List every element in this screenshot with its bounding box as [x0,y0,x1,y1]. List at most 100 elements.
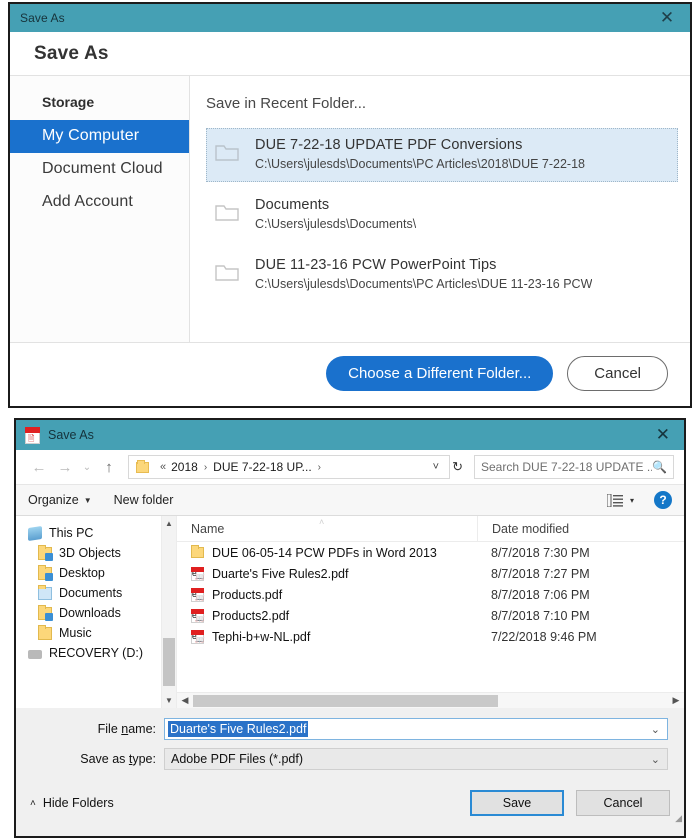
breadcrumb-crumb-1[interactable]: DUE 7-22-18 UP... [213,460,312,474]
file-name-cell: 📖 Tephi-b+w-NL.pdf [177,629,477,644]
tree-item-documents[interactable]: Documents [16,583,176,603]
chevron-down-icon[interactable]: ⌄ [651,723,660,736]
recent-folder-name: Documents [255,197,330,213]
pdf-file-icon: 📖 [191,608,204,623]
scroll-left-icon[interactable]: ◀ [177,695,193,706]
save-button[interactable]: Save [470,790,564,816]
file-name-label: Tephi-b+w-NL.pdf [212,629,311,644]
column-header-date-modified[interactable]: Date modified [477,515,569,542]
acrobat-titlebar: Save As ✕ [10,4,690,32]
save-fields: File name: Duarte's Five Rules2.pdf ⌄ Sa… [16,708,684,780]
chevron-up-icon: ˄ [30,797,36,809]
browser-content: This PC 3D Objects Desktop Documents Dow… [16,515,684,708]
table-row[interactable]: 📖 Products2.pdf 8/7/2018 7:10 PM [177,605,684,626]
pdf-file-icon: 📖 [191,629,204,644]
cancel-button[interactable]: Cancel [576,790,670,816]
file-name-label: Products.pdf [212,587,283,602]
breadcrumb-crumb-0[interactable]: 2018 [171,460,198,474]
hide-folders-button[interactable]: ˄ Hide Folders [30,796,114,810]
resize-grip-icon[interactable]: ◢ [675,813,682,824]
save-as-type-select[interactable]: Adobe PDF Files (*.pdf) ⌄ [164,748,668,770]
tree-item-3d-objects[interactable]: 3D Objects [16,543,176,563]
pdf-file-icon: 📖 [191,587,204,602]
scrollbar-track[interactable] [193,693,668,709]
windows-footer: ˄ Hide Folders Save Cancel ◢ [16,780,684,826]
navigation-bar: ← → ⌄ ↑ « 2018 › DUE 7-22-18 UP... › ˅ ↻… [16,450,684,484]
tree-vertical-scrollbar[interactable]: ▲ ▼ [161,516,176,708]
recent-folder-path: C:\Users\julesds\Documents\ [255,217,417,231]
file-name-label: Products2.pdf [212,608,290,623]
tree-item-label: RECOVERY (D:) [49,646,144,660]
recent-folder-item-0[interactable]: DUE 7-22-18 UPDATE PDF Conversions C:\Us… [206,128,678,182]
refresh-icon[interactable]: ↻ [450,459,468,475]
folder-3d-objects-icon [38,544,53,561]
tree-item-desktop[interactable]: Desktop [16,563,176,583]
tree-item-label: Downloads [59,606,121,620]
table-row[interactable]: 📖 Tephi-b+w-NL.pdf 7/22/2018 9:46 PM [177,626,684,647]
save-as-type-value: Adobe PDF Files (*.pdf) [171,752,303,766]
choose-different-folder-button[interactable]: Choose a Different Folder... [326,356,554,391]
file-name-value: Duarte's Five Rules2.pdf [168,721,309,737]
organize-button[interactable]: Organize ▼ [28,493,92,507]
folder-documents-icon [38,584,52,600]
save-as-type-row: Save as type: Adobe PDF Files (*.pdf) ⌄ [16,746,684,772]
acrobat-footer: Choose a Different Folder... Cancel [10,342,690,404]
view-options-button[interactable]: ▾ [606,493,634,507]
scroll-right-icon[interactable]: ▶ [668,695,684,706]
breadcrumb-separator[interactable]: › [198,462,213,473]
address-bar[interactable]: « 2018 › DUE 7-22-18 UP... › ˅ [128,455,451,479]
scroll-down-icon[interactable]: ▼ [162,693,176,708]
file-name-label: Duarte's Five Rules2.pdf [212,566,349,581]
file-list-header: Name ˄ Date modified [177,515,684,542]
recent-folder-item-2[interactable]: DUE 11-23-16 PCW PowerPoint Tips C:\User… [206,248,678,302]
close-icon[interactable]: ✕ [658,9,676,27]
breadcrumb-separator-end[interactable]: › [312,462,327,473]
search-input[interactable]: Search DUE 7-22-18 UPDATE ... 🔍 [474,455,674,479]
scroll-up-icon[interactable]: ▲ [162,516,176,531]
scrollbar-thumb[interactable] [163,638,175,686]
column-header-name[interactable]: Name [177,522,477,536]
new-folder-button[interactable]: New folder [114,493,174,507]
hide-folders-label: Hide Folders [42,796,114,810]
help-button[interactable]: ? [654,491,672,509]
recent-folder-item-1[interactable]: Documents C:\Users\julesds\Documents\ [206,188,678,242]
save-in-recent-folder-title: Save in Recent Folder... [206,95,367,112]
tree-item-downloads[interactable]: Downloads [16,603,176,623]
folder-icon [215,137,241,171]
chevron-down-icon[interactable]: ˅ [427,461,445,473]
sidebar-item-my-computer[interactable]: My Computer [10,120,189,153]
sort-ascending-icon: ˄ [319,517,325,527]
file-date-cell: 7/22/2018 9:46 PM [491,629,597,644]
sidebar-item-add-account[interactable]: Add Account [10,186,189,219]
breadcrumb-overflow[interactable]: « [155,461,171,473]
file-date-cell: 8/7/2018 7:30 PM [491,545,590,560]
cancel-button[interactable]: Cancel [567,356,668,391]
tree-item-this-pc[interactable]: This PC [16,523,176,543]
this-pc-icon [28,525,42,541]
page-title: Save As [34,42,109,64]
forward-button[interactable]: → [52,455,78,479]
chevron-down-icon: ▾ [629,495,634,505]
recent-locations-button[interactable]: ⌄ [78,455,96,479]
sidebar-heading-storage: Storage [42,94,95,110]
table-row[interactable]: 📖 Duarte's Five Rules2.pdf 8/7/2018 7:27… [177,563,684,584]
save-as-type-label: Save as type: [80,752,156,766]
chevron-down-icon[interactable]: ⌄ [651,753,660,766]
drive-icon [28,650,42,659]
folder-downloads-icon [38,604,53,621]
tree-item-label: Desktop [59,566,105,580]
tree-item-label: Music [59,626,92,640]
tree-item-label: 3D Objects [59,546,121,560]
table-row[interactable]: 📖 Products.pdf 8/7/2018 7:06 PM [177,584,684,605]
file-list-horizontal-scrollbar[interactable]: ◀ ▶ [177,692,684,708]
file-name-input[interactable]: Duarte's Five Rules2.pdf ⌄ [164,718,668,740]
up-button[interactable]: ↑ [96,455,122,479]
organize-label: Organize [28,493,79,507]
tree-item-recovery-drive[interactable]: RECOVERY (D:) [16,643,176,663]
back-button[interactable]: ← [26,455,52,479]
close-icon[interactable]: ✕ [656,425,670,445]
file-name-label: DUE 06-05-14 PCW PDFs in Word 2013 [212,545,437,560]
table-row[interactable]: DUE 06-05-14 PCW PDFs in Word 2013 8/7/2… [177,542,684,563]
sidebar-item-document-cloud[interactable]: Document Cloud [10,153,189,186]
tree-item-music[interactable]: Music [16,623,176,643]
